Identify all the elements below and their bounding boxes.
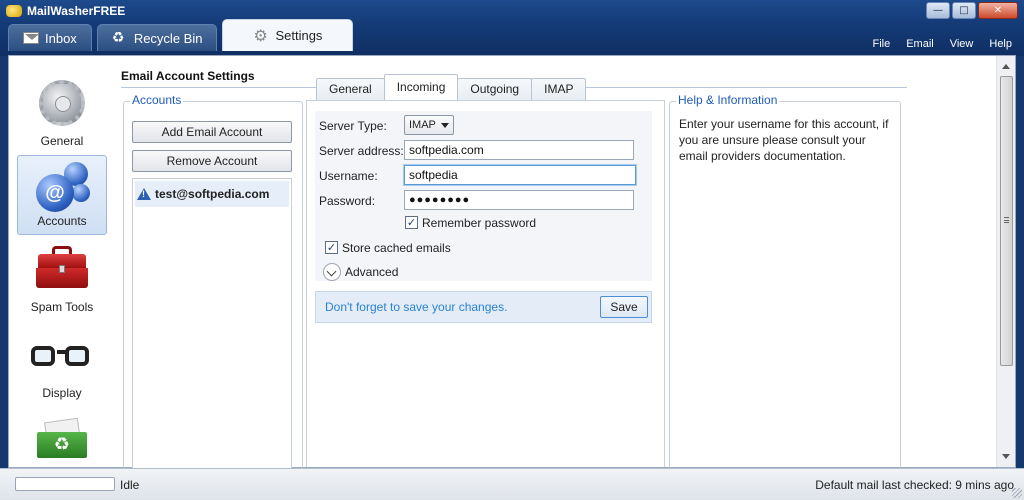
remember-password-checkbox[interactable]: ✓ — [405, 216, 418, 229]
account-email: test@softpedia.com — [155, 187, 270, 201]
glasses-icon — [31, 340, 93, 370]
nav-item-display-label: Display — [42, 386, 82, 400]
store-cached-emails-checkbox[interactable]: ✓ — [325, 241, 338, 254]
recycle-icon: ♻ — [111, 30, 125, 46]
settings-nav: General @ Accounts Spam Tools Display ♻ — [9, 56, 115, 467]
window-controls: — □ ✕ — [926, 2, 1018, 19]
accounts-icon: @ — [34, 162, 90, 212]
menu-bar: File Email View Help — [872, 38, 1012, 50]
recycle-bin-icon: ♻ — [33, 417, 91, 458]
menu-help[interactable]: Help — [989, 38, 1012, 50]
tab-recycle-bin[interactable]: ♻ Recycle Bin — [96, 24, 218, 51]
server-type-select[interactable]: IMAP — [404, 115, 454, 135]
password-input[interactable]: ●●●●●●●● — [404, 190, 634, 210]
nav-item-accounts-label: Accounts — [37, 214, 87, 228]
store-cached-emails-label: Store cached emails — [342, 241, 451, 255]
subtab-incoming[interactable]: Incoming — [383, 74, 459, 100]
server-type-label: Server Type: — [319, 119, 387, 133]
subtab-general[interactable]: General — [316, 78, 385, 100]
accounts-group-title: Accounts — [130, 93, 184, 107]
menu-file[interactable]: File — [872, 38, 890, 50]
account-list-item[interactable]: test@softpedia.com — [135, 181, 289, 207]
minimize-button[interactable]: — — [926, 2, 950, 19]
title-bar: MailWasher FREE — □ ✕ Inbox ♻ Recycle Bin… — [0, 0, 1024, 56]
save-notice-text: Don't forget to save your changes. — [325, 300, 508, 314]
tab-inbox[interactable]: Inbox — [8, 24, 92, 51]
app-logo-icon — [6, 5, 22, 17]
help-text: Enter your username for this account, if… — [679, 117, 889, 163]
warning-icon — [137, 188, 151, 200]
chevron-down-icon — [441, 123, 449, 128]
nav-item-accounts[interactable]: @ Accounts — [17, 155, 107, 235]
save-button[interactable]: Save — [600, 296, 648, 318]
menu-view[interactable]: View — [950, 38, 974, 50]
help-group: Help & Information Enter your username f… — [669, 93, 901, 469]
add-email-account-button[interactable]: Add Email Account — [132, 121, 292, 143]
tab-inbox-label: Inbox — [45, 30, 77, 46]
status-bar: Idle Default mail last checked: 9 mins a… — [0, 468, 1024, 500]
toolbox-icon — [34, 246, 90, 288]
status-text: Idle — [120, 478, 140, 492]
settings-body: General @ Accounts Spam Tools Display ♻ … — [8, 55, 1016, 470]
gear-icon — [39, 80, 85, 126]
nav-item-display[interactable]: Display — [17, 326, 107, 406]
section-title: Email Account Settings — [121, 69, 255, 83]
tab-settings-label: Settings — [275, 28, 323, 43]
remember-password-label: Remember password — [422, 216, 537, 230]
nav-item-spam-tools-label: Spam Tools — [30, 300, 94, 314]
advanced-expander-icon[interactable] — [323, 263, 341, 281]
accounts-group: Accounts Add Email Account Remove Accoun… — [123, 93, 303, 470]
last-checked-text: Default mail last checked: 9 mins ago — [815, 478, 1014, 492]
save-notice: Don't forget to save your changes. Save — [315, 291, 652, 323]
incoming-panel: Server Type: IMAP Server address: softpe… — [306, 100, 665, 467]
nav-item-recycle[interactable]: ♻ — [17, 412, 107, 467]
account-list: test@softpedia.com — [132, 178, 292, 470]
close-button[interactable]: ✕ — [978, 2, 1018, 19]
server-address-input[interactable]: softpedia.com — [404, 140, 634, 160]
resize-grip-icon[interactable] — [1012, 488, 1022, 498]
window-title-brand: MailWasher — [27, 4, 94, 18]
maximize-button[interactable]: □ — [952, 2, 976, 19]
password-label: Password: — [319, 194, 376, 208]
server-address-label: Server address: — [319, 144, 404, 158]
server-type-value: IMAP — [409, 119, 436, 131]
subtab-outgoing[interactable]: Outgoing — [457, 78, 533, 100]
tab-recycle-bin-label: Recycle Bin — [133, 30, 203, 46]
envelope-icon — [23, 32, 39, 44]
incoming-settings-form: Server Type: IMAP Server address: softpe… — [315, 111, 652, 281]
grip-icon — [1004, 217, 1009, 223]
scroll-up-icon[interactable] — [1002, 64, 1010, 69]
scrollbar-thumb[interactable] — [1000, 76, 1013, 366]
menu-email[interactable]: Email — [906, 38, 934, 50]
gear-icon: ⚙ — [253, 25, 268, 45]
main-tabs: Inbox ♻ Recycle Bin ⚙ Settings — [8, 19, 354, 51]
progress-bar — [15, 477, 115, 491]
account-subtabs: General Incoming Outgoing IMAP — [316, 74, 587, 100]
subtab-imap[interactable]: IMAP — [531, 78, 587, 100]
username-input[interactable]: softpedia — [404, 165, 636, 185]
username-label: Username: — [319, 169, 378, 183]
nav-item-spam-tools[interactable]: Spam Tools — [17, 240, 107, 320]
tab-settings[interactable]: ⚙ Settings — [222, 19, 354, 51]
scroll-down-icon[interactable] — [1002, 454, 1010, 459]
window-title: MailWasher FREE — [6, 4, 125, 18]
advanced-label[interactable]: Advanced — [345, 265, 398, 279]
nav-item-general[interactable]: General — [17, 74, 107, 154]
remove-account-button[interactable]: Remove Account — [132, 150, 292, 172]
help-group-title: Help & Information — [676, 93, 780, 107]
nav-item-general-label: General — [40, 134, 84, 148]
vertical-scrollbar[interactable] — [996, 56, 1015, 467]
window-title-edition: FREE — [93, 4, 126, 18]
